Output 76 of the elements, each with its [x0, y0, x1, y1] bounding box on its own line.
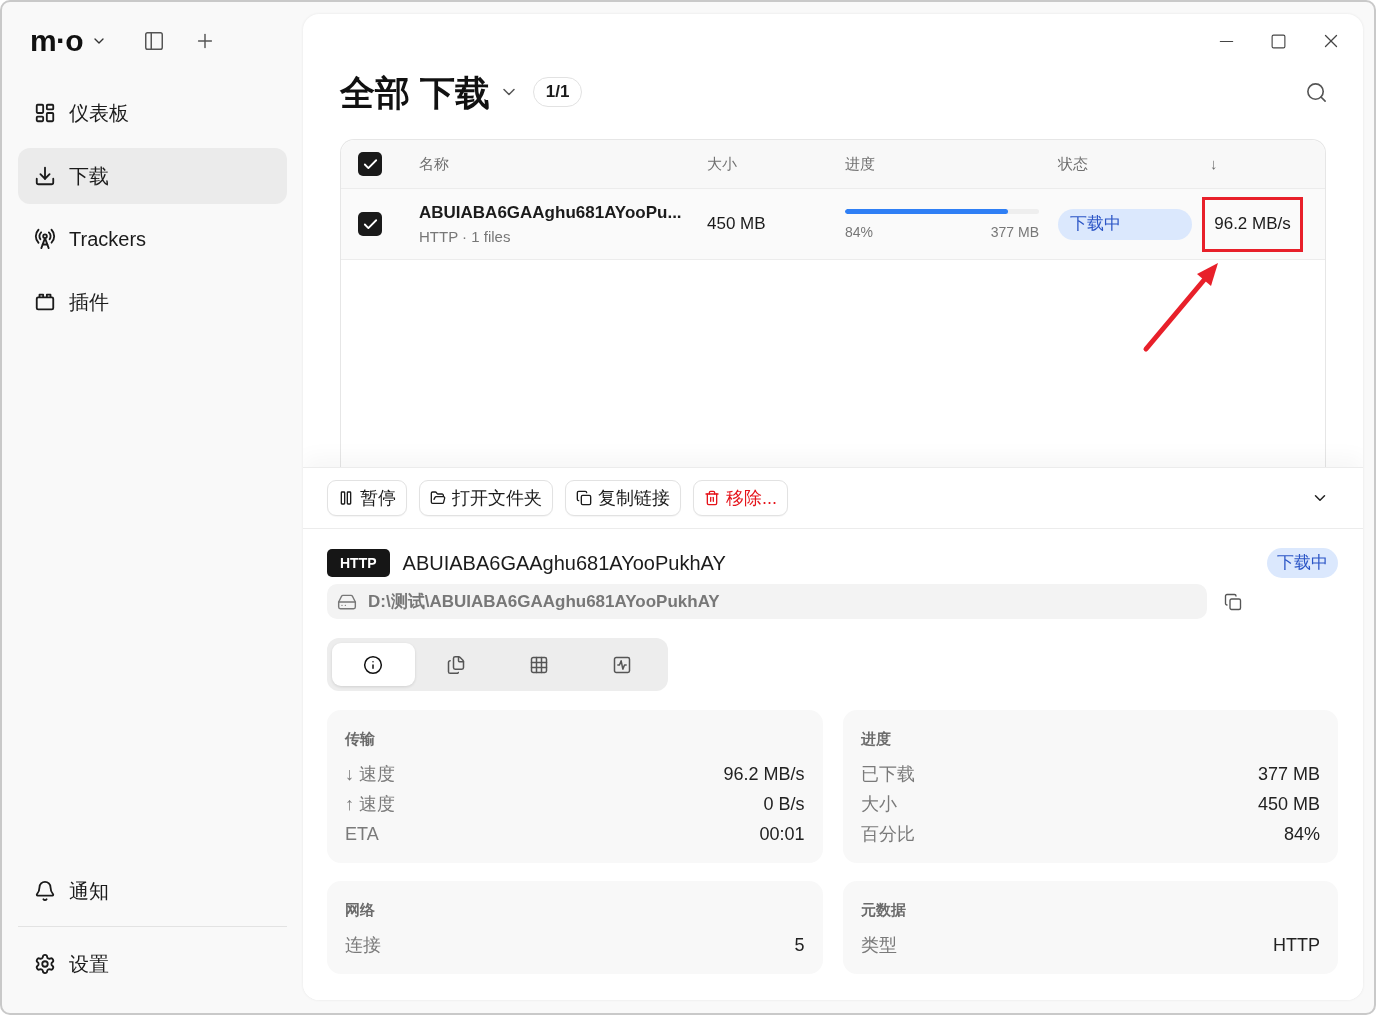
path-field[interactable]: D:\测试\ABUIABA6GAAghu681AYooPukhAY	[327, 584, 1207, 619]
dashboard-icon	[34, 102, 56, 124]
protocol-badge: HTTP	[327, 549, 390, 577]
pause-icon	[338, 490, 354, 506]
sidebar-item[interactable]: 下载	[18, 148, 287, 204]
settings-icon	[34, 953, 56, 975]
stat-label: 百分比	[860, 822, 915, 846]
maximize-icon[interactable]	[1270, 32, 1287, 50]
sidebar-item-label: 通知	[69, 879, 109, 904]
sidebar-item[interactable]: 仪表板	[18, 85, 287, 141]
toolbar-button[interactable]: 暂停	[327, 480, 407, 516]
stat-label: ↓ 速度	[345, 762, 395, 786]
column-header[interactable]: 大小	[707, 152, 845, 176]
grid-icon	[528, 654, 549, 675]
card-title: 传输	[345, 729, 376, 749]
sidebar-item[interactable]: 通知	[18, 863, 287, 919]
checkbox[interactable]	[358, 152, 382, 176]
download-name: ABUIABA6GAAghu681AYooPu...	[419, 201, 683, 224]
status-badge: 下载中	[1058, 208, 1192, 240]
stat-value: 84%	[1283, 822, 1320, 846]
card-title: 网络	[345, 900, 376, 920]
info-icon	[363, 654, 384, 675]
stat-label: ↑ 速度	[345, 792, 395, 816]
search-icon[interactable]	[1305, 80, 1328, 104]
column-header[interactable]: 进度	[845, 152, 1058, 176]
speed-value: 96.2 MB/s	[1202, 196, 1303, 252]
stat-value: 00:01	[759, 822, 805, 846]
copy-icon	[576, 490, 592, 506]
column-header[interactable]: ↓	[1202, 152, 1325, 176]
app-logo[interactable]: m·o	[30, 26, 83, 56]
stat-value: HTTP	[1273, 933, 1320, 957]
stat-value: 96.2 MB/s	[723, 762, 805, 786]
activity-icon	[611, 654, 632, 675]
progress-percent: 84%	[845, 223, 874, 241]
download-subtitle: HTTP · 1 files	[419, 226, 512, 247]
trash-icon	[704, 490, 720, 506]
toolbar-button[interactable]: 打开文件夹	[419, 480, 553, 516]
bell-icon	[34, 880, 56, 902]
page-title[interactable]: 全部 下载	[340, 74, 490, 110]
sidebar-item[interactable]: 插件	[18, 274, 287, 330]
stat-label: 类型	[860, 933, 897, 957]
sidebar-item-label: Trackers	[69, 227, 147, 252]
antenna-icon	[34, 228, 56, 250]
stat-label: 已下载	[860, 762, 915, 786]
sidebar-item-label: 插件	[69, 290, 109, 315]
copy-icon[interactable]	[1224, 592, 1242, 611]
downloaded-value: 377 MB	[990, 223, 1039, 241]
detail-title: ABUIABA6GAAghu681AYooPukhAY	[402, 551, 726, 576]
table-row[interactable]: ABUIABA6GAAghu681AYooPu... HTTP · 1 files 450 MB 84% 377 MB 下载中 96.2 MB/s	[341, 189, 1325, 260]
card-title: 进度	[860, 729, 892, 749]
checkbox[interactable]	[358, 212, 382, 236]
size-value: 450 MB	[707, 213, 767, 236]
stat-value: 0 B/s	[763, 792, 805, 816]
card-title: 元数据	[860, 900, 907, 920]
column-header[interactable]: 状态	[1058, 152, 1202, 176]
folder-icon	[430, 490, 446, 506]
stat-value: 450 MB	[1257, 792, 1320, 816]
sidebar-item[interactable]: 设置	[18, 936, 287, 992]
status-badge: 下载中	[1267, 548, 1338, 578]
toolbar-button[interactable]: 移除...	[693, 480, 788, 516]
stat-value: 5	[794, 933, 805, 957]
sidebar-item[interactable]: Trackers	[18, 211, 287, 267]
toolbar-button[interactable]: 复制链接	[565, 480, 681, 516]
files-icon	[446, 654, 467, 675]
sidebar-item-label: 设置	[69, 952, 109, 977]
sidebar-toggle-icon[interactable]	[142, 30, 165, 52]
stat-label: ETA	[345, 822, 379, 846]
download-icon	[34, 165, 56, 187]
detail-tab[interactable]	[332, 643, 415, 686]
sidebar-item-label: 仪表板	[69, 101, 129, 126]
stat-value: 377 MB	[1257, 762, 1320, 786]
column-header[interactable]: 名称	[419, 152, 707, 176]
stat-label: 连接	[345, 933, 381, 957]
sidebar-item-label: 下载	[69, 164, 109, 189]
plugin-icon	[34, 291, 56, 313]
stat-label: 大小	[860, 792, 897, 816]
